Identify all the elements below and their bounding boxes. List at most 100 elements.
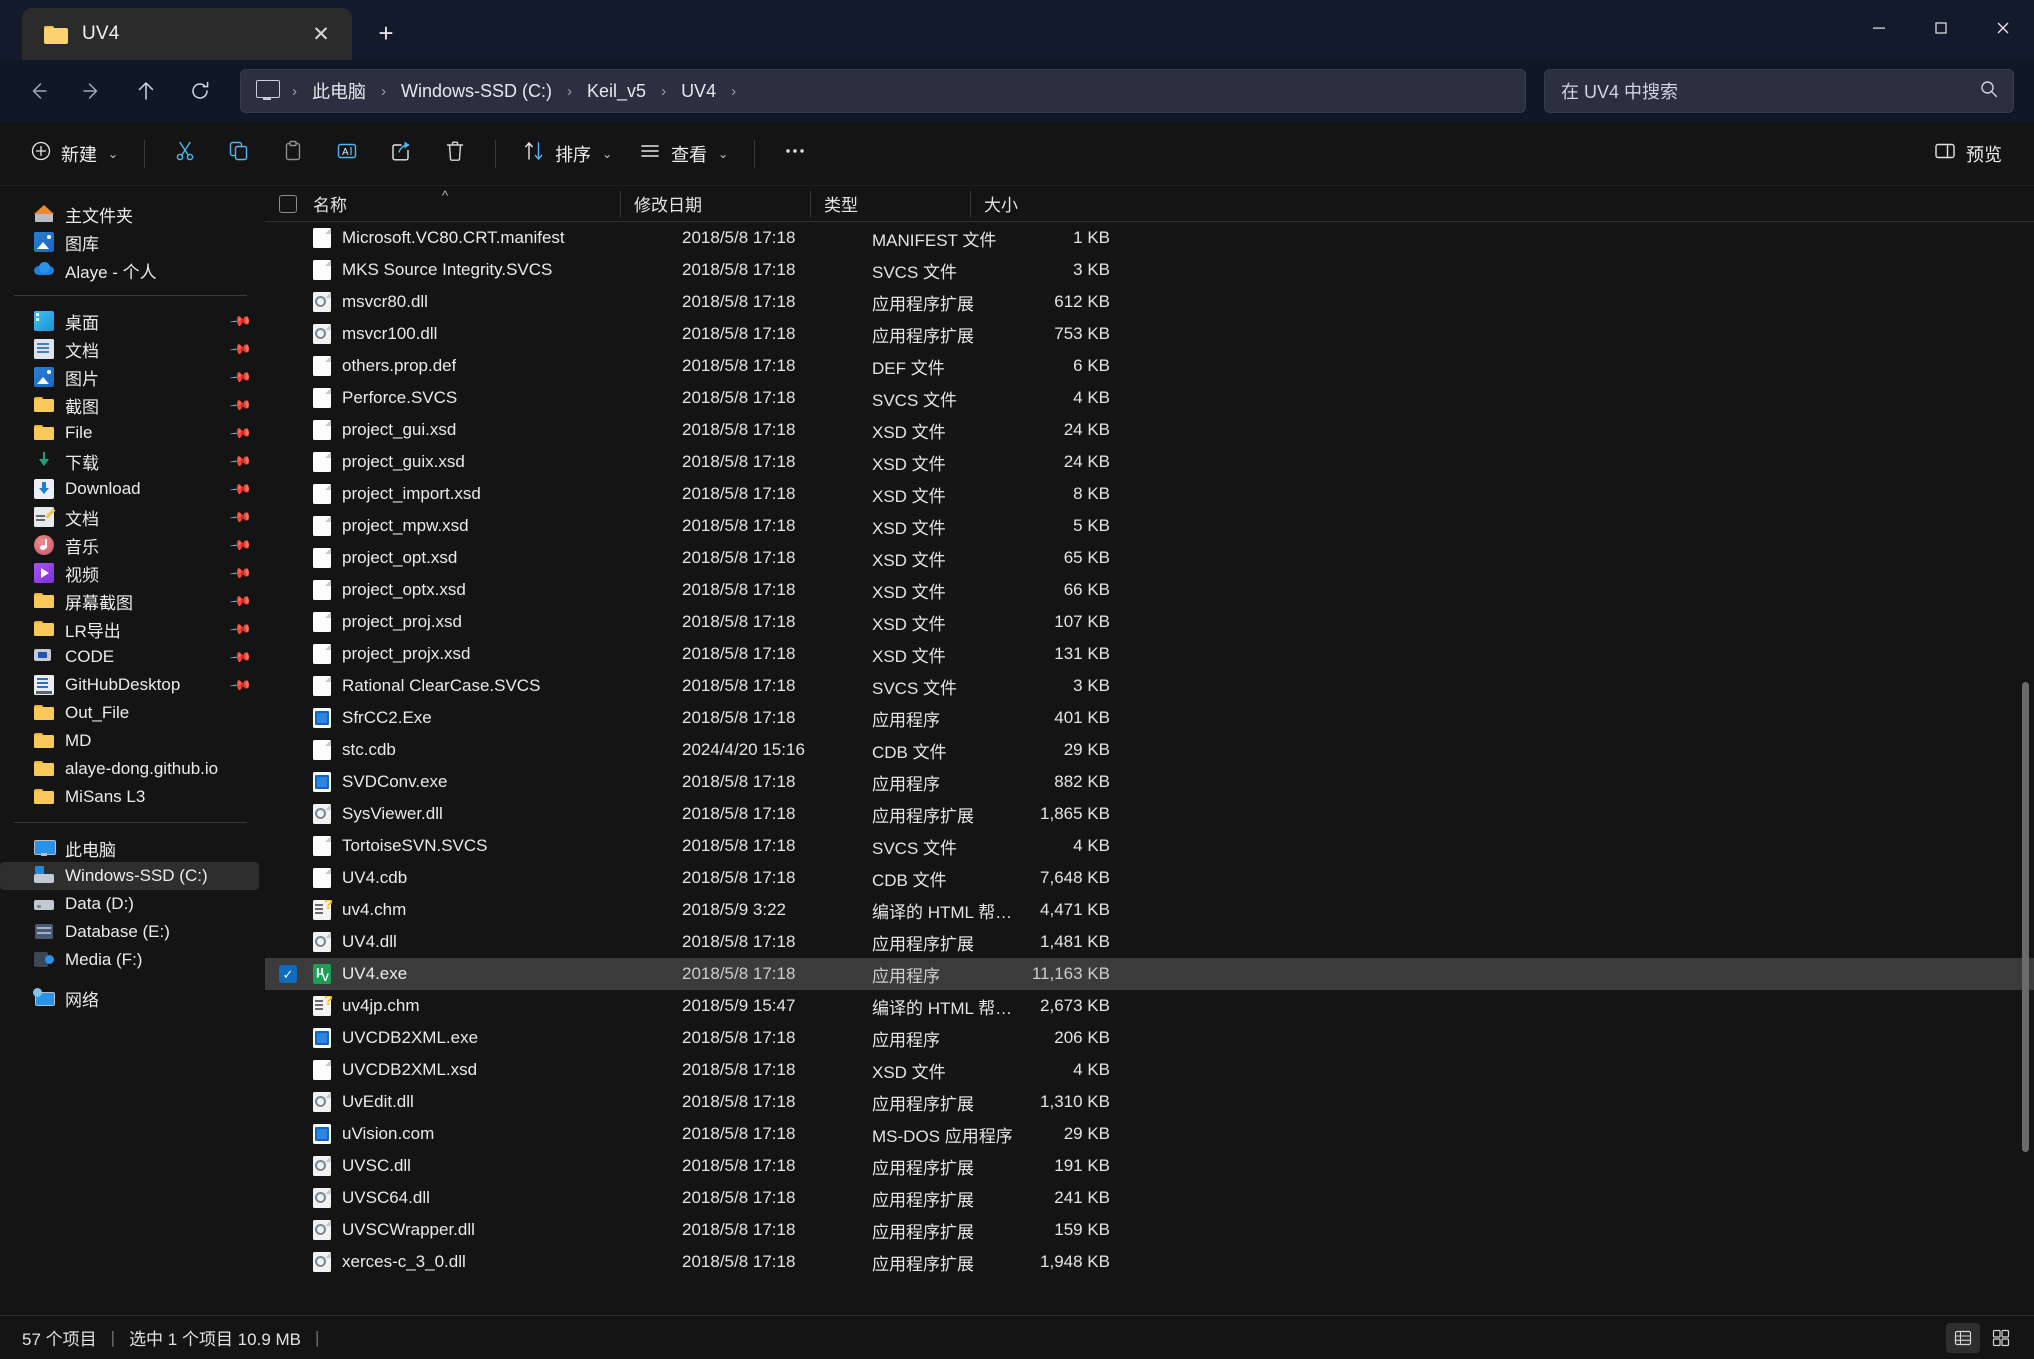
sidebar-item-out-file[interactable]: Out_File	[0, 699, 265, 727]
table-row[interactable]: Microsoft.VC80.CRT.manifest 2018/5/8 17:1…	[265, 222, 2034, 254]
new-button[interactable]: 新建 ⌄	[18, 132, 130, 176]
breadcrumb-item-0[interactable]: 此电脑	[304, 74, 374, 108]
table-row[interactable]: Rational ClearCase.SVCS 2018/5/8 17:18 SVC…	[265, 670, 2034, 702]
sidebar-item-home[interactable]: 主文件夹	[0, 200, 265, 228]
column-header-name[interactable]: 名称	[265, 186, 620, 222]
more-options-button[interactable]	[769, 132, 821, 176]
sidebar-item-pictures[interactable]: 图片 📌	[0, 363, 265, 391]
sidebar-item-network[interactable]: 网络	[0, 984, 265, 1012]
new-tab-button[interactable]: +	[366, 13, 406, 53]
breadcrumb-item-1[interactable]: Windows-SSD (C:)	[393, 77, 560, 106]
table-row[interactable]: UVCDB2XML.exe 2018/5/8 17:18 应用程序 206 KB	[265, 1022, 2034, 1054]
table-row[interactable]: UVCDB2XML.xsd 2018/5/8 17:18 XSD 文件 4 KB	[265, 1054, 2034, 1086]
delete-button[interactable]	[429, 132, 481, 176]
column-header-date[interactable]: 修改日期	[620, 186, 810, 222]
row-checkbox[interactable]	[279, 773, 297, 791]
sidebar-item-lr-export[interactable]: LR导出 📌	[0, 615, 265, 643]
sidebar-item-md[interactable]: MD	[0, 727, 265, 755]
tab-uv4[interactable]: UV4 ✕	[22, 8, 352, 60]
row-checkbox[interactable]	[279, 869, 297, 887]
sidebar-item-misans-l3[interactable]: MiSans L3	[0, 783, 265, 811]
row-checkbox[interactable]	[279, 1253, 297, 1271]
close-window-button[interactable]	[1972, 0, 2034, 56]
row-checkbox[interactable]	[279, 517, 297, 535]
table-row[interactable]: UVSC64.dll 2018/5/8 17:18 应用程序扩展 241 KB	[265, 1182, 2034, 1214]
table-row[interactable]: UV4.dll 2018/5/8 17:18 应用程序扩展 1,481 KB	[265, 926, 2034, 958]
sidebar-item-gallery[interactable]: 图库	[0, 228, 265, 256]
row-checkbox[interactable]	[279, 261, 297, 279]
row-checkbox[interactable]	[279, 901, 297, 919]
sidebar-item-alaye-dong-github-io[interactable]: alaye-dong.github.io	[0, 755, 265, 783]
column-header-type[interactable]: 类型	[810, 186, 970, 222]
sidebar-item-windows-ssd-c[interactable]: Windows-SSD (C:)	[0, 862, 259, 890]
row-checkbox[interactable]	[279, 1221, 297, 1239]
cut-button[interactable]	[159, 132, 211, 176]
table-row[interactable]: msvcr100.dll 2018/5/8 17:18 应用程序扩展 753 KB	[265, 318, 2034, 350]
table-row[interactable]: uVision.com 2018/5/8 17:18 MS-DOS 应用程序 29 K…	[265, 1118, 2034, 1150]
row-checkbox[interactable]	[279, 453, 297, 471]
sidebar-item-screen-captures[interactable]: 屏幕截图 📌	[0, 587, 265, 615]
table-row[interactable]: project_guix.xsd 2018/5/8 17:18 XSD 文件 24 K…	[265, 446, 2034, 478]
close-tab-icon[interactable]: ✕	[304, 17, 338, 51]
row-checkbox[interactable]	[279, 421, 297, 439]
row-checkbox[interactable]	[279, 997, 297, 1015]
table-row[interactable]: project_proj.xsd 2018/5/8 17:18 XSD 文件 107 …	[265, 606, 2034, 638]
view-button[interactable]: 查看 ⌄	[626, 132, 740, 176]
select-all-checkbox[interactable]	[279, 194, 297, 213]
refresh-button[interactable]	[176, 69, 224, 113]
sidebar-item-screenshots[interactable]: 截图 📌	[0, 391, 265, 419]
scrollbar-thumb[interactable]	[2022, 682, 2029, 1152]
row-checkbox[interactable]: ✓	[279, 965, 297, 983]
table-row[interactable]: UvEdit.dll 2018/5/8 17:18 应用程序扩展 1,310 KB	[265, 1086, 2034, 1118]
sidebar-item-media-f[interactable]: Media (F:)	[0, 946, 265, 974]
sidebar-item-file[interactable]: File 📌	[0, 419, 265, 447]
maximize-button[interactable]	[1910, 0, 1972, 56]
row-checkbox[interactable]	[279, 485, 297, 503]
table-row[interactable]: project_mpw.xsd 2018/5/8 17:18 XSD 文件 5 KB	[265, 510, 2034, 542]
row-checkbox[interactable]	[279, 677, 297, 695]
row-checkbox[interactable]	[279, 837, 297, 855]
table-row[interactable]: SfrCC2.Exe 2018/5/8 17:18 应用程序 401 KB	[265, 702, 2034, 734]
table-row[interactable]: UVSC.dll 2018/5/8 17:18 应用程序扩展 191 KB	[265, 1150, 2034, 1182]
forward-button[interactable]	[68, 69, 116, 113]
sort-button[interactable]: 排序 ⌄	[510, 132, 624, 176]
row-checkbox[interactable]	[279, 1093, 297, 1111]
sidebar-item-database-e[interactable]: Database (E:)	[0, 918, 265, 946]
table-row[interactable]: TortoiseSVN.SVCS 2018/5/8 17:18 SVCS 文件 4 K…	[265, 830, 2034, 862]
table-row[interactable]: ✓ UV4.exe 2018/5/8 17:18 应用程序 11,163 KB	[265, 958, 2034, 990]
vertical-scrollbar[interactable]	[2020, 222, 2031, 1315]
search-input[interactable]: 在 UV4 中搜索	[1561, 78, 1678, 104]
table-row[interactable]: SVDConv.exe 2018/5/8 17:18 应用程序 882 KB	[265, 766, 2034, 798]
table-row[interactable]: project_gui.xsd 2018/5/8 17:18 XSD 文件 24 KB	[265, 414, 2034, 446]
row-checkbox[interactable]	[279, 805, 297, 823]
row-checkbox[interactable]	[279, 549, 297, 567]
breadcrumb-item-3[interactable]: UV4	[673, 77, 724, 106]
table-row[interactable]: msvcr80.dll 2018/5/8 17:18 应用程序扩展 612 KB	[265, 286, 2034, 318]
row-checkbox[interactable]	[279, 229, 297, 247]
table-row[interactable]: others.prop.def 2018/5/8 17:18 DEF 文件 6 KB	[265, 350, 2034, 382]
back-button[interactable]	[14, 69, 62, 113]
row-checkbox[interactable]	[279, 389, 297, 407]
sidebar-item-videos[interactable]: 视频 📌	[0, 559, 265, 587]
table-row[interactable]: uv4.chm 2018/5/9 3:22 编译的 HTML 帮助文... 4,471…	[265, 894, 2034, 926]
row-checkbox[interactable]	[279, 741, 297, 759]
table-row[interactable]: project_import.xsd 2018/5/8 17:18 XSD 文件 8 …	[265, 478, 2034, 510]
row-checkbox[interactable]	[279, 357, 297, 375]
column-header-size[interactable]: 大小	[970, 186, 1074, 222]
sidebar-item-download[interactable]: Download 📌	[0, 475, 265, 503]
sidebar-item-onedrive[interactable]: Alaye - 个人	[0, 256, 265, 284]
row-checkbox[interactable]	[279, 1157, 297, 1175]
table-row[interactable]: uv4jp.chm 2018/5/9 15:47 编译的 HTML 帮助文... 2,…	[265, 990, 2034, 1022]
table-row[interactable]: Perforce.SVCS 2018/5/8 17:18 SVCS 文件 4 KB	[265, 382, 2034, 414]
navigation-pane[interactable]: 主文件夹 图库 Alaye - 个人 桌面 📌 文档 📌 图片 📌 截图 📌 F…	[0, 186, 265, 1315]
sidebar-item-code[interactable]: CODE 📌	[0, 643, 265, 671]
row-checkbox[interactable]	[279, 293, 297, 311]
details-view-button[interactable]	[1946, 1322, 1980, 1353]
large-icons-view-button[interactable]	[1984, 1323, 2018, 1353]
copy-button[interactable]	[213, 132, 265, 176]
rename-button[interactable]: A	[321, 132, 373, 176]
sidebar-item-githubdesktop[interactable]: GitHubDesktop 📌	[0, 671, 265, 699]
table-row[interactable]: project_projx.xsd 2018/5/8 17:18 XSD 文件 131…	[265, 638, 2034, 670]
row-checkbox[interactable]	[279, 933, 297, 951]
minimize-button[interactable]	[1848, 0, 1910, 56]
